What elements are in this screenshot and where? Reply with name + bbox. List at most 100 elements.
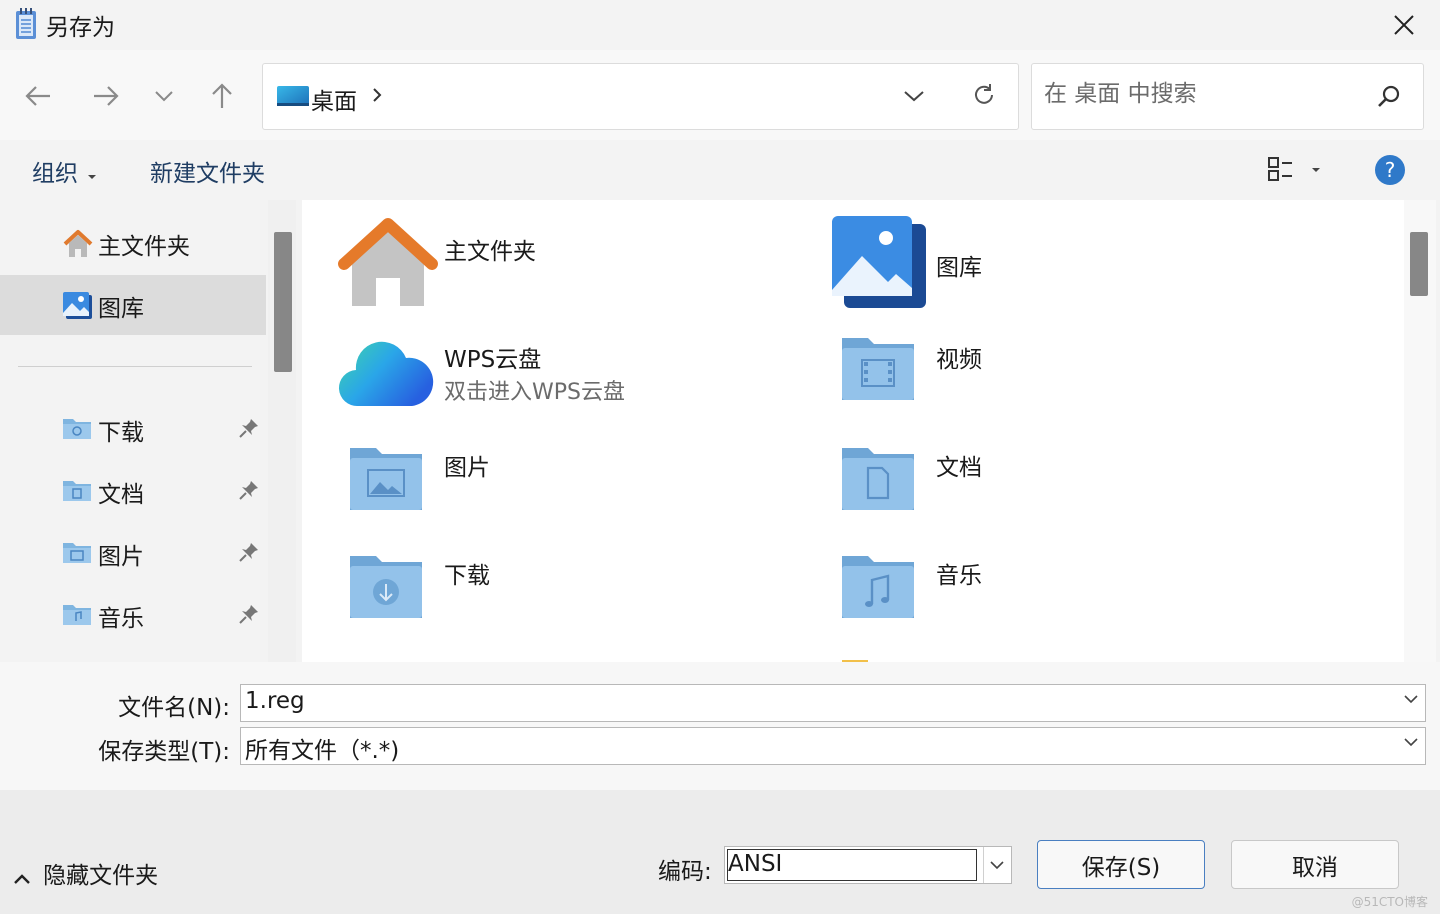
view-layout-icon (1268, 157, 1320, 181)
breadcrumb-chevron-icon[interactable] (371, 86, 383, 108)
video-folder-icon (840, 332, 916, 408)
chevron-down-icon (904, 91, 924, 102)
content-scrollbar-thumb[interactable] (1410, 232, 1428, 296)
tile-home[interactable]: 主文件夹 (338, 214, 778, 314)
sidebar-item-home[interactable]: 主文件夹 (0, 213, 266, 273)
tile-downloads[interactable]: 下载 (338, 540, 778, 640)
filename-field[interactable]: 1.reg (240, 684, 1426, 722)
save-form: 文件名(N): 1.reg 保存类型(T): 所有文件（*.*) (0, 662, 1440, 790)
tile-label: 视频 (936, 347, 982, 373)
view-options-button[interactable] (1268, 156, 1324, 186)
navigation-pane: 主文件夹 图库 下载 文档 图片 音乐 (0, 200, 268, 662)
refresh-icon (975, 84, 993, 104)
gallery-icon (62, 291, 94, 325)
search-box[interactable] (1031, 63, 1424, 130)
sidebar-item-pictures[interactable]: 图片 (0, 523, 266, 583)
sidebar-item-label: 图片 (98, 544, 144, 570)
desktop-icon (277, 84, 309, 112)
sidebar-item-label: 下载 (98, 420, 144, 446)
save-button[interactable]: 保存(S) (1037, 840, 1205, 889)
search-input[interactable] (1042, 80, 1366, 108)
sidebar-item-label: 主文件夹 (98, 234, 190, 260)
help-button[interactable]: ? (1374, 154, 1406, 190)
tile-label: 图库 (936, 255, 982, 281)
document-folder-icon (840, 442, 916, 518)
tile-label: 文档 (936, 455, 982, 481)
filename-label: 文件名(N): (118, 695, 230, 721)
notepad-icon (14, 8, 38, 44)
address-history-button[interactable] (903, 88, 925, 107)
help-icon: ? (1375, 155, 1405, 185)
wps-cloud-icon (338, 330, 438, 414)
new-folder-button[interactable]: 新建文件夹 (150, 154, 265, 188)
encoding-value: ANSI (728, 851, 783, 877)
chevron-down-icon[interactable] (989, 859, 1005, 871)
arrow-left-icon (25, 86, 50, 106)
sidebar-item-label: 音乐 (98, 606, 144, 632)
tile-label: 下载 (444, 563, 490, 589)
sidebar-item-documents[interactable]: 文档 (0, 461, 266, 521)
new-folder-label: 新建文件夹 (150, 161, 265, 187)
up-button[interactable] (204, 78, 240, 114)
encoding-select[interactable]: ANSI (724, 846, 1012, 884)
organize-button[interactable]: 组织 (32, 154, 97, 188)
sidebar-item-music[interactable]: 音乐 (0, 585, 266, 645)
tile-gallery[interactable]: 图库 (830, 214, 1270, 314)
hide-folders-label: 隐藏文件夹 (43, 863, 159, 889)
filename-value: 1.reg (245, 688, 305, 714)
tile-label: WPS云盘 (444, 347, 542, 373)
home-icon (62, 229, 94, 263)
forward-button[interactable] (88, 78, 124, 114)
sidebar-divider (18, 366, 252, 367)
sidebar-item-gallery[interactable]: 图库 (0, 275, 266, 335)
pin-icon (238, 417, 260, 443)
back-button[interactable] (20, 78, 56, 114)
save-label: 保存(S) (1081, 854, 1161, 881)
refresh-button[interactable] (971, 82, 997, 112)
title-bar: 另存为 (0, 0, 1440, 50)
chevron-down-icon[interactable] (1403, 693, 1419, 705)
cancel-button[interactable]: 取消 (1231, 840, 1399, 889)
encoding-label: 编码: (658, 859, 712, 885)
dropdown-caret-icon (88, 174, 97, 179)
close-button[interactable] (1384, 8, 1424, 42)
tile-wps-cloud[interactable]: WPS云盘 双击进入WPS云盘 (338, 324, 778, 424)
music-folder-icon (840, 550, 916, 626)
tile-label: 音乐 (936, 563, 982, 589)
download-folder-icon (62, 415, 92, 445)
document-folder-icon (62, 477, 92, 507)
sidebar-item-label: 图库 (98, 296, 144, 322)
search-icon[interactable] (1376, 84, 1402, 114)
organize-label: 组织 (32, 161, 78, 187)
home-icon (338, 214, 438, 314)
tile-music[interactable]: 音乐 (830, 540, 1270, 640)
arrow-right-icon (94, 86, 119, 106)
close-icon (1394, 15, 1414, 35)
filetype-value: 所有文件（*.*) (245, 738, 400, 764)
sidebar-scrollbar-thumb[interactable] (274, 232, 292, 372)
tile-documents[interactable]: 文档 (830, 432, 1270, 532)
filetype-select[interactable]: 所有文件（*.*) (240, 727, 1426, 765)
sidebar-item-downloads[interactable]: 下载 (0, 399, 266, 459)
tile-sublabel: 双击进入WPS云盘 (444, 380, 625, 405)
encoding-focus: ANSI (727, 849, 977, 881)
download-folder-icon (348, 550, 424, 626)
pin-icon (238, 603, 260, 629)
watermark: @51CTO博客 (1351, 895, 1428, 909)
music-folder-icon (62, 601, 92, 631)
tile-pictures[interactable]: 图片 (338, 432, 778, 532)
cancel-label: 取消 (1292, 854, 1338, 881)
arrow-up-icon (212, 83, 232, 108)
tile-label: 主文件夹 (444, 239, 536, 265)
pin-icon (238, 479, 260, 505)
tile-label: 图片 (444, 455, 490, 481)
chevron-down-icon (155, 91, 173, 102)
chevron-down-icon[interactable] (1403, 736, 1419, 748)
recent-locations-button[interactable] (146, 78, 182, 114)
breadcrumb-desktop[interactable]: 桌面 (311, 82, 357, 116)
dialog-footer: 隐藏文件夹 编码: ANSI 保存(S) 取消 @51CTO博客 (0, 790, 1440, 914)
filetype-label: 保存类型(T): (98, 739, 230, 765)
address-bar[interactable]: 桌面 (262, 63, 1019, 130)
hide-folders-toggle[interactable]: 隐藏文件夹 (12, 856, 158, 890)
tile-videos[interactable]: 视频 (830, 324, 1270, 424)
